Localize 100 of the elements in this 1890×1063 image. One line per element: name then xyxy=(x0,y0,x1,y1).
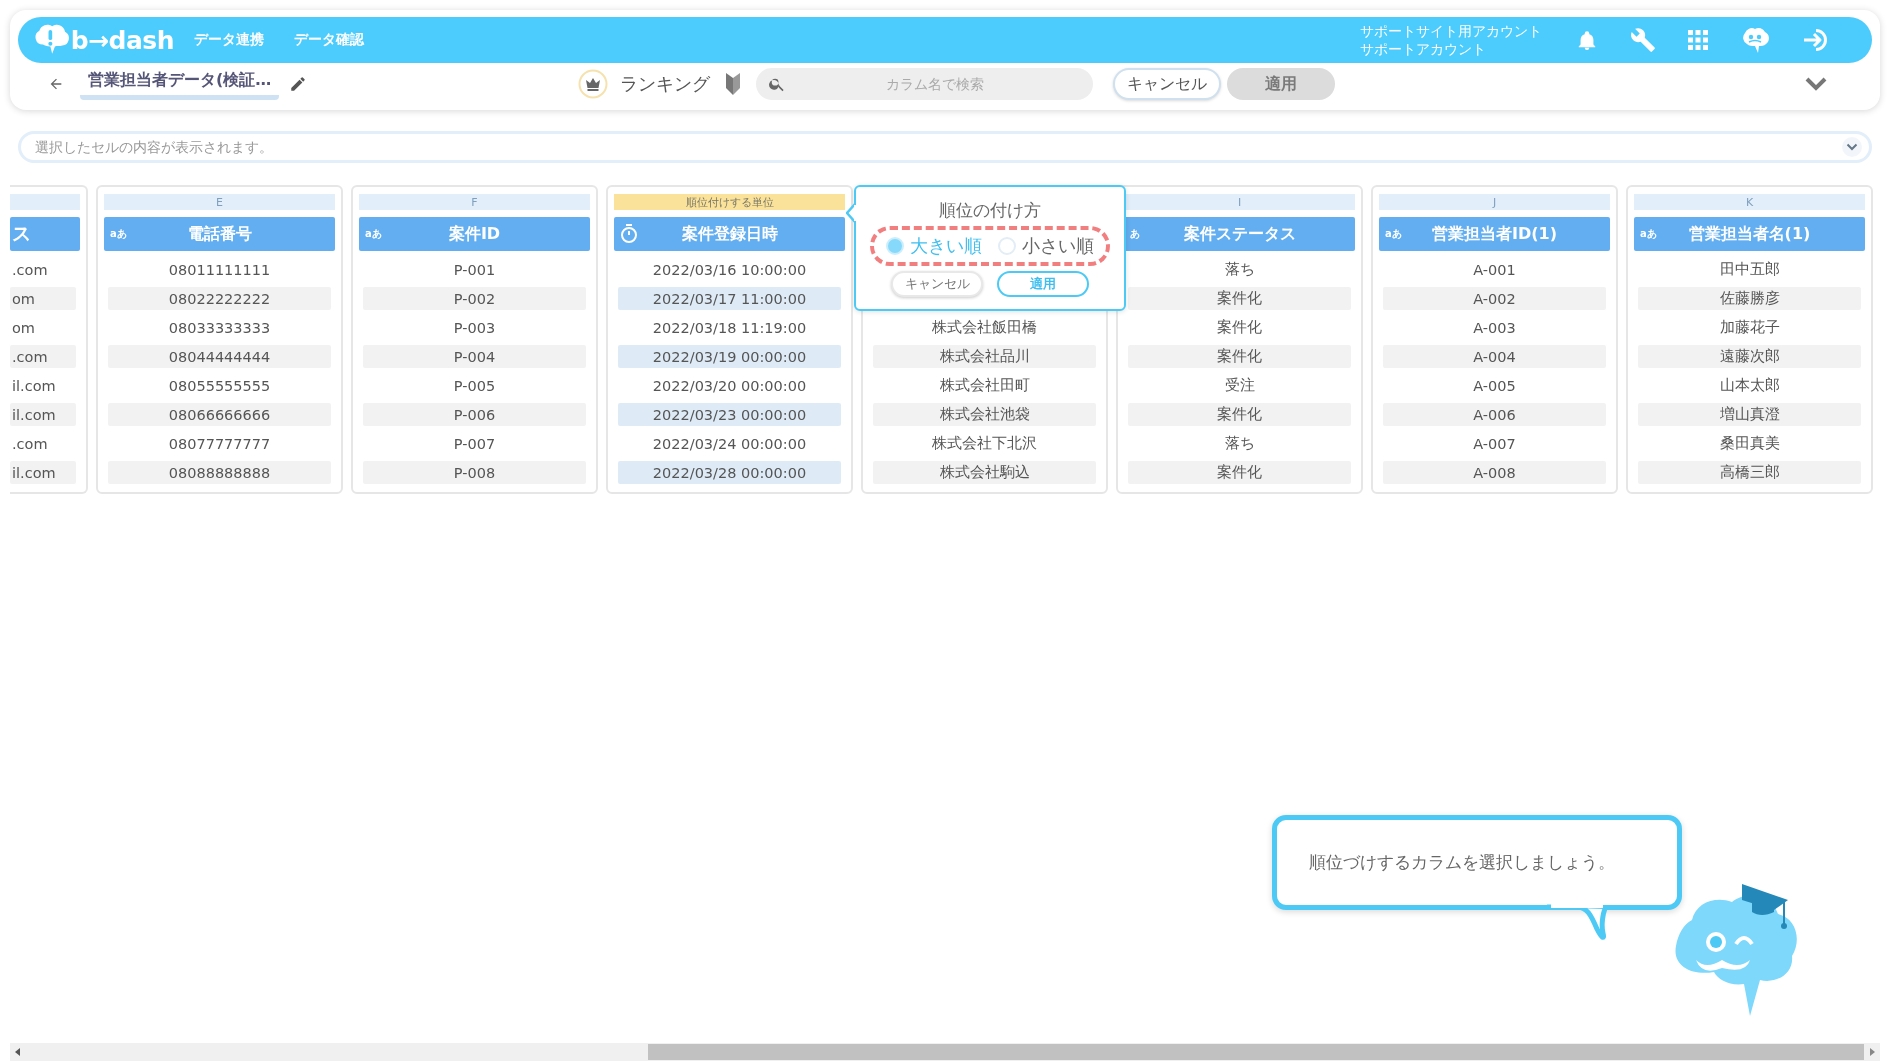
table-cell: 株式会社品川 xyxy=(873,345,1096,368)
table-cell: 08088888888 xyxy=(108,461,331,484)
table-cell-text: om xyxy=(11,318,36,338)
table-cell-text: P-005 xyxy=(452,376,497,396)
table-cell-text: 株式会社飯田橋 xyxy=(931,318,1038,337)
table-cell-text: P-001 xyxy=(452,260,497,280)
column-header[interactable]: aあ 案件ID xyxy=(359,217,590,251)
pencil-icon[interactable] xyxy=(289,75,308,93)
search-field[interactable]: カラム名で検索 xyxy=(756,68,1093,100)
table-cell: .com xyxy=(10,345,76,368)
table-cell-text: 田中五郎 xyxy=(1718,260,1781,279)
table-cell: 案件化 xyxy=(1128,461,1351,484)
table-cell: P-002 xyxy=(363,287,586,310)
table-cell-text: 案件化 xyxy=(1216,318,1263,337)
mascot-head-icon[interactable] xyxy=(1740,26,1770,54)
apps-grid-icon[interactable] xyxy=(1688,30,1708,50)
back-arrow-icon[interactable] xyxy=(48,76,64,92)
table-cell-text: 08033333333 xyxy=(167,318,272,338)
table-cell: 株式会社駒込 xyxy=(873,461,1096,484)
horizontal-scrollbar[interactable] xyxy=(10,1043,1880,1061)
beginner-mark-icon xyxy=(724,72,742,96)
column-header[interactable]: aあ 営業担当者名(1) xyxy=(1634,217,1865,251)
table-cell-text: 株式会社田町 xyxy=(938,376,1031,395)
table-cell: P-008 xyxy=(363,461,586,484)
cell-content-field[interactable]: 選択したセルの内容が表示されます。 xyxy=(18,131,1872,163)
table-cell: 2022/03/17 11:00:00 xyxy=(618,287,841,310)
table-cell-text: il.com xyxy=(11,376,57,396)
table-cell: 案件化 xyxy=(1128,287,1351,310)
logo-text: b→dash xyxy=(70,25,174,55)
column-letter: F xyxy=(359,194,590,210)
column-title: 電話番号 xyxy=(187,223,252,245)
table-cell-text: 落ち xyxy=(1223,260,1256,279)
column-header[interactable]: 案件登録日時 xyxy=(614,217,845,251)
table-cell: 08066666666 xyxy=(108,403,331,426)
cancel-button[interactable]: キャンセル xyxy=(1113,68,1221,100)
table-cell-text: 08077777777 xyxy=(167,434,272,454)
column-title: 案件ステータス xyxy=(1183,223,1296,245)
table-cell: 株式会社池袋 xyxy=(873,403,1096,426)
data-type-label: aあ xyxy=(1385,227,1402,241)
popover-title: 順位の付け方 xyxy=(939,199,1041,222)
table-cell: A-006 xyxy=(1383,403,1606,426)
timer-icon xyxy=(620,224,638,244)
nav-link[interactable]: データ連携 xyxy=(194,31,264,49)
column-title: 案件ID xyxy=(448,223,501,245)
table-cell-text: A-007 xyxy=(1472,434,1517,454)
table-cell: 2022/03/23 00:00:00 xyxy=(618,403,841,426)
apply-button[interactable]: 適用 xyxy=(997,271,1089,297)
table-cell: 案件化 xyxy=(1128,345,1351,368)
table-cell: A-008 xyxy=(1383,461,1606,484)
bell-icon[interactable] xyxy=(1576,28,1598,52)
column-title: 営業担当者名(1) xyxy=(1688,223,1811,245)
table-cell: il.com xyxy=(10,461,76,484)
table-cell: il.com xyxy=(10,403,76,426)
column-letter: E xyxy=(104,194,335,210)
table-cell-text: 2022/03/24 00:00:00 xyxy=(651,434,808,454)
option-label[interactable]: 大きい順 xyxy=(910,234,982,258)
account-name: サポートアカウント xyxy=(1360,40,1487,58)
column-letter: K xyxy=(1634,194,1865,210)
column-header[interactable]: aあ 電話番号 xyxy=(104,217,335,251)
table-cell-text: 2022/03/18 11:19:00 xyxy=(651,318,808,338)
data-type-label: あ xyxy=(1130,227,1140,241)
nav-link[interactable]: データ確認 xyxy=(294,31,364,49)
table-cell: A-004 xyxy=(1383,345,1606,368)
table-cell-text: 08011111111 xyxy=(167,260,272,280)
table-cell-text: 山本太郎 xyxy=(1718,376,1781,395)
column-letter: I xyxy=(1124,194,1355,210)
radio-button[interactable] xyxy=(886,237,904,255)
table-cell-text: .com xyxy=(11,260,49,280)
table-cell: 08022222222 xyxy=(108,287,331,310)
table-cell-text: 加藤花子 xyxy=(1718,318,1781,337)
table-cell: om xyxy=(10,287,76,310)
chevron-down-icon[interactable] xyxy=(1804,76,1828,92)
column-header[interactable]: あ 案件ステータス xyxy=(1124,217,1355,251)
table-cell-text: 落ち xyxy=(1223,434,1256,453)
option-label[interactable]: 小さい順 xyxy=(1022,234,1094,258)
table-cell-text: 2022/03/16 10:00:00 xyxy=(651,260,808,280)
table-cell-text: A-001 xyxy=(1472,260,1517,280)
table-cell-text: 株式会社下北沢 xyxy=(931,434,1038,453)
crown-icon xyxy=(578,69,608,99)
table-cell: P-006 xyxy=(363,403,586,426)
table-cell-text: P-007 xyxy=(452,434,497,454)
column-header[interactable]: ス xyxy=(10,217,80,251)
table-cell: 遠藤次郎 xyxy=(1638,345,1861,368)
table-cell-text: 桑田真美 xyxy=(1718,434,1781,453)
mode-label: ランキング xyxy=(620,72,710,96)
column-title: ス xyxy=(11,221,31,246)
column-header[interactable]: aあ 営業担当者ID(1) xyxy=(1379,217,1610,251)
table-cell-text: .com xyxy=(11,434,49,454)
account-name: サポートサイト用アカウント xyxy=(1360,22,1542,40)
data-type-label: aあ xyxy=(110,227,127,241)
table-cell-text: A-005 xyxy=(1472,376,1517,396)
column-letter: J xyxy=(1379,194,1610,210)
cancel-button[interactable]: キャンセル xyxy=(891,271,983,297)
hint-text: 順位づけするカラムを選択しましょう。 xyxy=(1309,851,1615,874)
dataset-title[interactable]: 営業担当者データ(検証… xyxy=(80,68,280,100)
wrench-icon[interactable] xyxy=(1630,27,1656,53)
table-cell: 高橋三郎 xyxy=(1638,461,1861,484)
table-cell: 佐藤勝彦 xyxy=(1638,287,1861,310)
data-type-label: aあ xyxy=(1640,227,1657,241)
radio-button[interactable] xyxy=(998,237,1016,255)
